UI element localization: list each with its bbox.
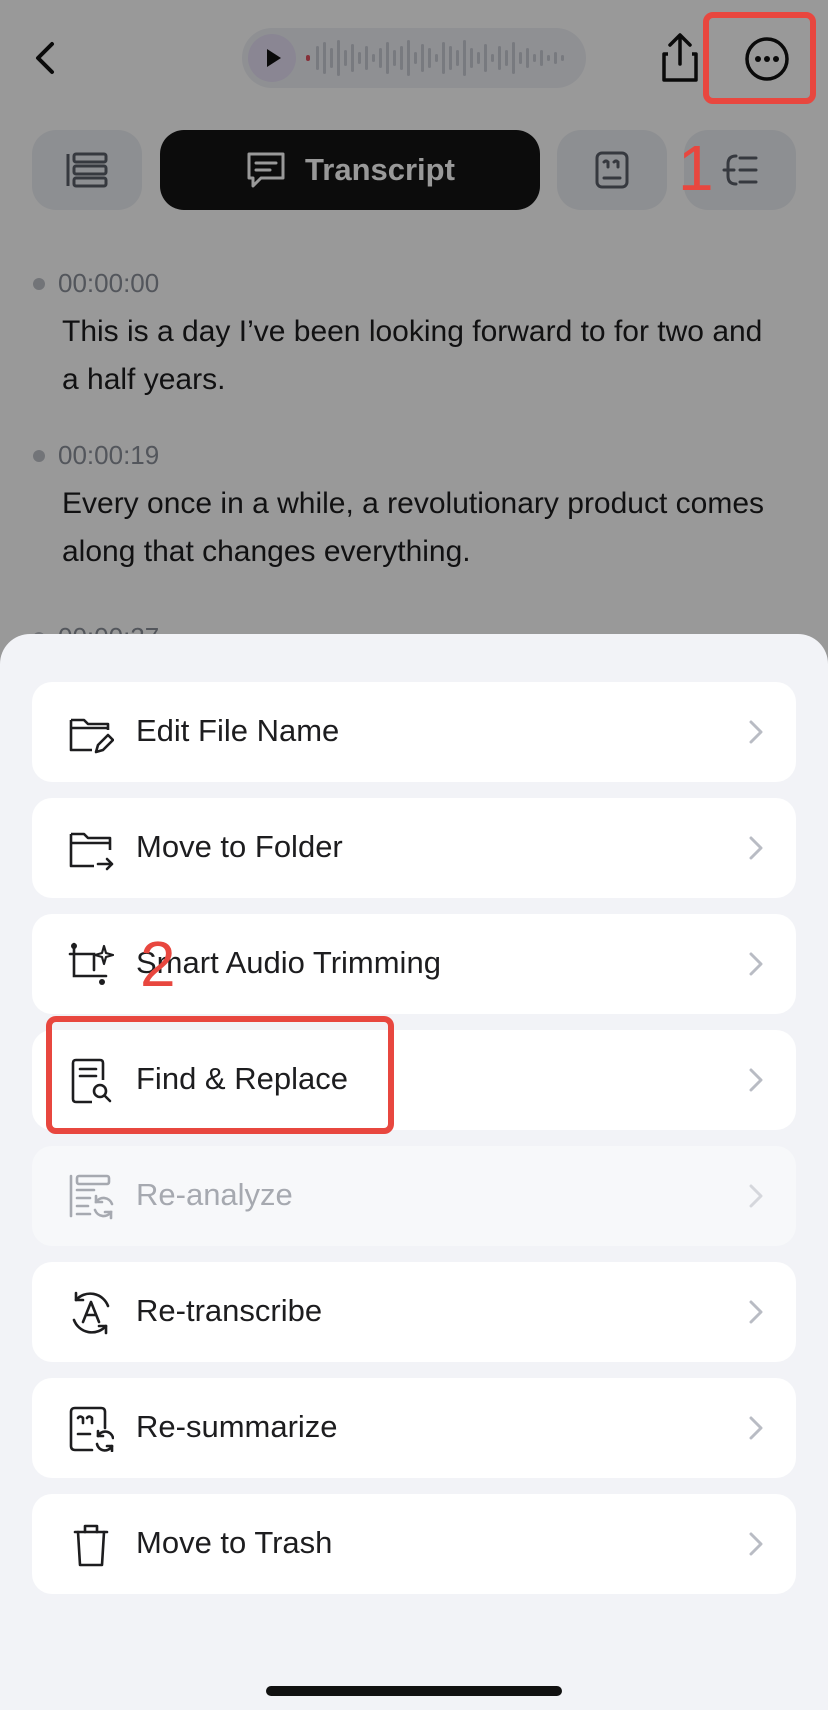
reanalyze-icon [69,1174,114,1220]
menu-item-label: Move to Folder [136,829,343,864]
menu-item-label: Move to Trash [136,1525,333,1560]
crop-sparkle-icon [68,942,114,985]
chevron-right-icon [749,1300,763,1324]
resummarize-icon [69,1406,114,1452]
menu-item-move-to-folder[interactable]: Move to Folder [32,798,796,898]
annotation-box-2 [46,1016,394,1134]
chevron-right-icon [749,952,763,976]
annotation-number-1: 1 [678,132,714,204]
menu-item-re-summarize[interactable]: Re-summarize [32,1378,796,1478]
menu-item-re-analyze[interactable]: Re-analyze [32,1146,796,1246]
chevron-right-icon [749,720,763,744]
chevron-right-icon [749,1532,763,1556]
annotation-number-2: 2 [140,928,176,1000]
chevron-right-icon [749,1068,763,1092]
menu-item-re-transcribe[interactable]: Re-transcribe [32,1262,796,1362]
chevron-right-icon [749,1416,763,1440]
retranscribe-icon [72,1291,110,1335]
menu-item-move-to-trash[interactable]: Move to Trash [32,1494,796,1594]
menu-item-label: Edit File Name [136,713,340,748]
menu-item-edit-file-name[interactable]: Edit File Name [32,682,796,782]
annotation-box-1 [703,12,816,104]
menu-item-label: Smart Audio Trimming [136,945,441,980]
chevron-right-icon [749,836,763,860]
folder-move-icon [69,832,114,871]
chevron-right-icon [749,1184,763,1208]
trash-icon [73,1524,109,1567]
folder-edit-icon [69,718,114,754]
menu-item-label: Re-transcribe [136,1293,323,1328]
menu-item-label: Re-analyze [136,1177,293,1212]
more-options-sheet: Edit File Name Move to Folder Smart Audi… [0,634,828,1710]
home-indicator[interactable] [266,1686,562,1696]
menu-item-label: Re-summarize [136,1409,338,1444]
